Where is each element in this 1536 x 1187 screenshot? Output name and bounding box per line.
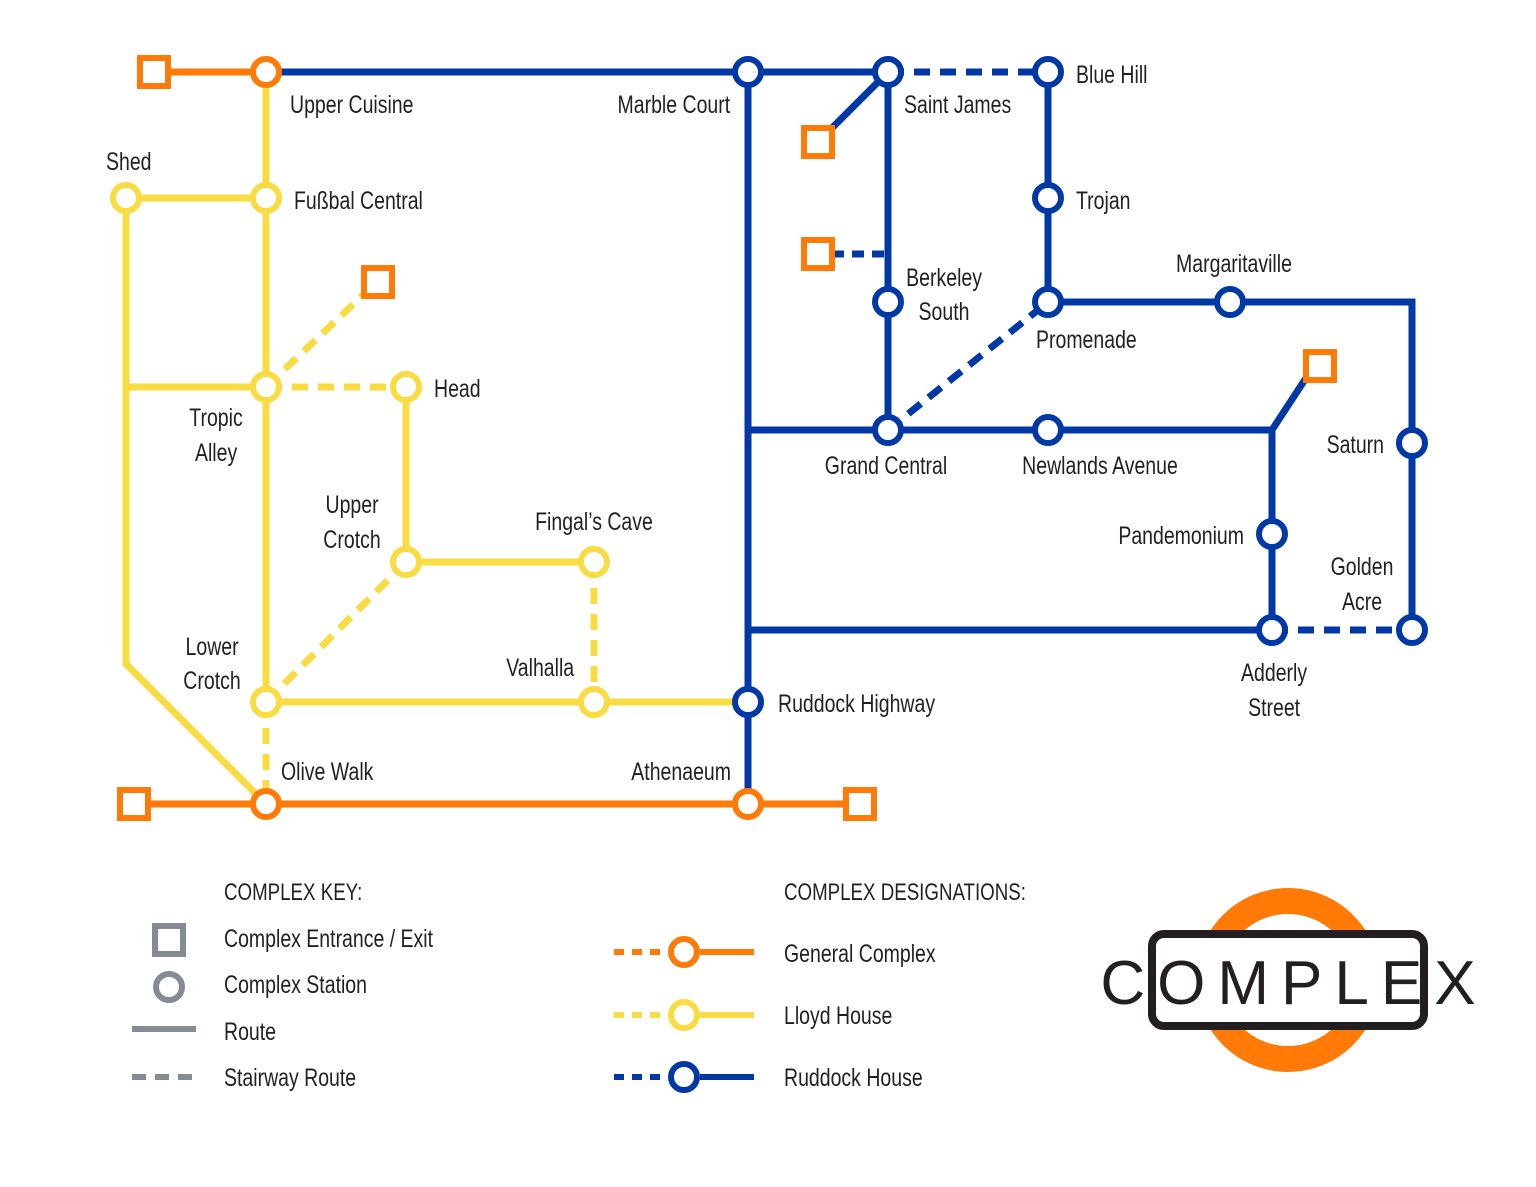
station-label: Head: [434, 375, 481, 403]
station-label: Berkeley: [906, 264, 983, 292]
designation-general-complex-icon: [614, 936, 754, 968]
legend-key-label: Route: [224, 1018, 276, 1046]
entrance-exit-icon[interactable]: [361, 265, 395, 299]
station-lower-crotch[interactable]: [250, 686, 282, 718]
entrance-exit-icon[interactable]: [1303, 349, 1337, 383]
stairway-route: [263, 291, 367, 390]
legend-key-label: Stairway Route: [224, 1064, 356, 1092]
station-label: Upper: [326, 491, 380, 519]
legend-designation-label: General Complex: [784, 940, 936, 968]
station-pandemonium[interactable]: [1256, 518, 1288, 550]
station-grand-central[interactable]: [872, 414, 904, 446]
entrance-exit-icon[interactable]: [801, 125, 835, 159]
station-label: Newlands Avenue: [1022, 452, 1178, 480]
station-label: Pandemonium: [1118, 522, 1244, 550]
station-label: Street: [1248, 694, 1301, 722]
station-label: Valhalla: [506, 654, 574, 682]
station-upper-cuisine[interactable]: [250, 56, 282, 88]
station-tropic-alley[interactable]: [250, 371, 282, 403]
station-label: Shed: [106, 148, 152, 176]
station-label: Crotch: [183, 667, 240, 695]
legend-key-label: Complex Entrance / Exit: [224, 925, 434, 953]
station-ruddock-highway[interactable]: [732, 686, 764, 718]
square-icon: [152, 923, 186, 957]
stations-ruddock: [732, 56, 1428, 718]
designation-lloyd-house-icon: [614, 999, 754, 1031]
legend-key-label: Complex Station: [224, 971, 367, 999]
station-athenaeum[interactable]: [732, 788, 764, 820]
station-label: Olive Walk: [281, 758, 374, 786]
station-marble-court[interactable]: [732, 56, 764, 88]
station-label: Fußbal Central: [294, 187, 423, 215]
legend-designation-label: Ruddock House: [784, 1064, 923, 1092]
station-label: Blue Hill: [1076, 61, 1147, 89]
station-label: Alley: [195, 439, 238, 467]
station-blue-hill[interactable]: [1032, 56, 1064, 88]
entrance-exit-icon[interactable]: [137, 55, 171, 89]
station-label: Acre: [1342, 588, 1382, 616]
station-valhalla[interactable]: [578, 686, 610, 718]
designation-ruddock-house-icon: [614, 1061, 754, 1093]
station-promenade[interactable]: [1032, 286, 1064, 318]
legend-designation-label: Lloyd House: [784, 1002, 892, 1030]
station-olive-walk[interactable]: [250, 788, 282, 820]
entrance-exit-icon[interactable]: [117, 787, 151, 821]
station-shed[interactable]: [110, 182, 142, 214]
route-segment: [1269, 376, 1309, 432]
entrance-exit-icon[interactable]: [801, 237, 835, 271]
station-label: Athenaeum: [631, 758, 731, 786]
complex-map: Upper Cuisine Marble Court Saint James B…: [106, 55, 1487, 1093]
station-label: Upper Cuisine: [290, 91, 413, 119]
station-label: Adderly: [1241, 659, 1308, 687]
station-label: Marble Court: [618, 91, 731, 119]
legend-key-title: COMPLEX KEY:: [224, 879, 362, 906]
station-label: Crotch: [323, 526, 380, 554]
legend-complex-key: COMPLEX KEY: Complex Entrance / Exit Com…: [132, 879, 434, 1092]
station-fussbal-central[interactable]: [250, 182, 282, 214]
station-trojan[interactable]: [1032, 182, 1064, 214]
station-label: Promenade: [1036, 326, 1137, 354]
station-label: Saint James: [904, 91, 1011, 119]
station-label: Ruddock Highway: [778, 690, 936, 718]
station-berkeley-south[interactable]: [872, 286, 904, 318]
station-label: Lower: [186, 633, 240, 661]
legend-designations: COMPLEX DESIGNATIONS: General Complex Ll…: [614, 879, 1026, 1093]
route-segment: [122, 198, 267, 805]
station-saint-james[interactable]: [872, 56, 904, 88]
station-label: Golden: [1331, 553, 1394, 581]
station-newlands-avenue[interactable]: [1032, 414, 1064, 446]
station-upper-crotch[interactable]: [390, 546, 422, 578]
entrance-exit-icon[interactable]: [843, 787, 877, 821]
station-label: Margaritaville: [1176, 250, 1292, 278]
station-label: Trojan: [1076, 187, 1131, 215]
station-fingals-cave[interactable]: [578, 546, 610, 578]
station-margaritaville[interactable]: [1214, 286, 1246, 318]
station-saturn[interactable]: [1396, 427, 1428, 459]
station-adderly-street[interactable]: [1256, 614, 1288, 646]
complex-logo: COMPLEX: [1100, 888, 1487, 1072]
station-label: Tropic: [189, 404, 242, 432]
station-label: Saturn: [1327, 431, 1384, 459]
station-label: Fingal’s Cave: [535, 508, 653, 536]
circle-icon: [153, 971, 185, 1003]
station-golden-acre[interactable]: [1396, 614, 1428, 646]
station-label: Grand Central: [825, 452, 947, 480]
logo-text: COMPLEX: [1100, 949, 1487, 1018]
station-label: South: [919, 298, 970, 326]
station-head[interactable]: [390, 371, 422, 403]
legend-designations-title: COMPLEX DESIGNATIONS:: [784, 879, 1026, 906]
stairway-route: [263, 559, 409, 705]
